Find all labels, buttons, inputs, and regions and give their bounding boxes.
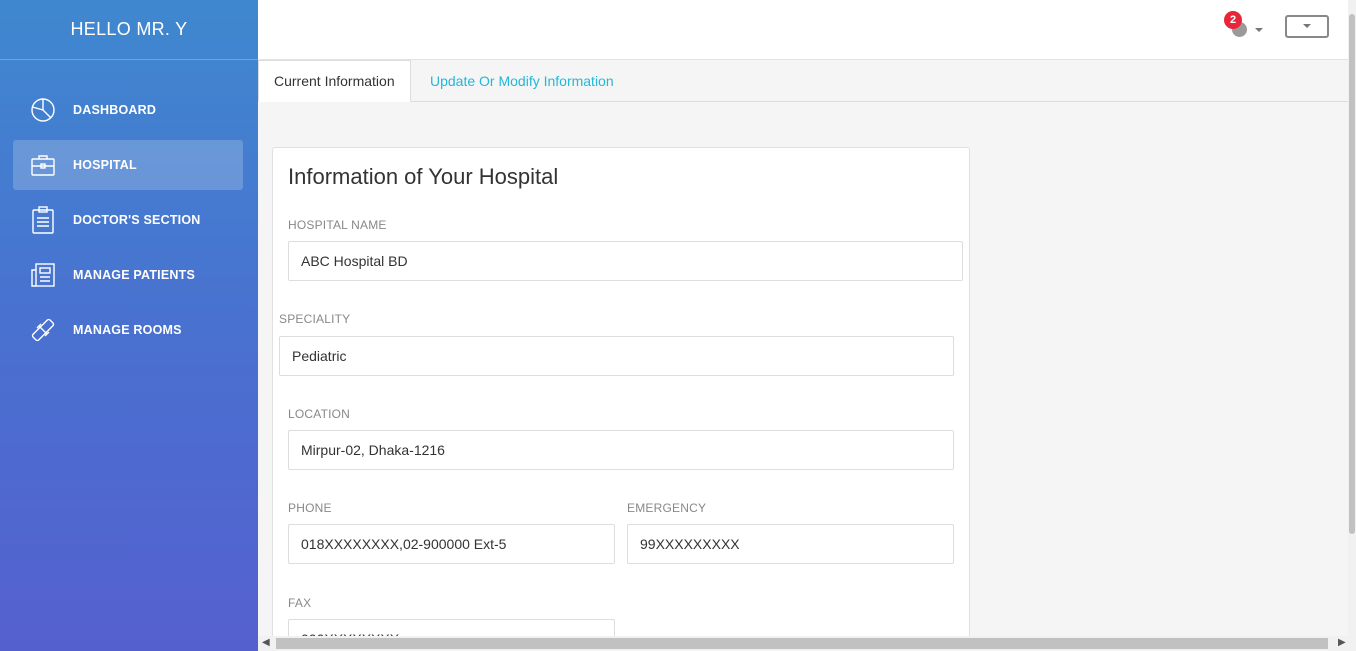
pie-chart-icon bbox=[29, 96, 57, 124]
briefcase-icon bbox=[29, 151, 57, 179]
top-bar: 2 bbox=[258, 0, 1348, 60]
location-field[interactable]: Mirpur-02, Dhaka-1216 bbox=[288, 430, 954, 470]
notification-badge: 2 bbox=[1224, 11, 1242, 29]
tab-update-or-modify-information[interactable]: Update Or Modify Information bbox=[415, 60, 629, 102]
sidebar-item-label: MANAGE ROOMS bbox=[73, 323, 182, 337]
speciality-field[interactable]: Pediatric bbox=[279, 336, 954, 376]
sidebar-item-manage-rooms[interactable]: MANAGE ROOMS bbox=[13, 305, 243, 355]
notifications-button[interactable]: 2 bbox=[1224, 11, 1266, 39]
sidebar-item-label: DOCTOR'S SECTION bbox=[73, 213, 201, 227]
speciality-label: SPECIALITY bbox=[279, 312, 351, 326]
tab-current-information[interactable]: Current Information bbox=[258, 60, 411, 102]
hospital-name-label: HOSPITAL NAME bbox=[288, 218, 387, 232]
newspaper-icon bbox=[29, 261, 57, 289]
horizontal-scrollbar[interactable]: ◀ ▶ bbox=[258, 636, 1356, 651]
sidebar-item-dashboard[interactable]: DASHBOARD bbox=[13, 85, 243, 135]
scroll-right-icon[interactable]: ▶ bbox=[1338, 637, 1346, 648]
card-title: Information of Your Hospital bbox=[288, 164, 559, 189]
sidebar-item-hospital[interactable]: HOSPITAL bbox=[13, 140, 243, 190]
fax-label: FAX bbox=[288, 596, 312, 610]
user-menu-dropdown[interactable] bbox=[1285, 15, 1329, 38]
bandage-icon bbox=[29, 316, 57, 344]
emergency-field[interactable]: 99XXXXXXXXX bbox=[627, 524, 954, 564]
hospital-info-card: Information of Your Hospital HOSPITAL NA… bbox=[272, 147, 970, 651]
vertical-scrollbar[interactable] bbox=[1348, 0, 1356, 636]
phone-label: PHONE bbox=[288, 501, 332, 515]
location-label: LOCATION bbox=[288, 407, 351, 421]
sidebar-item-manage-patients[interactable]: MANAGE PATIENTS bbox=[13, 250, 243, 300]
scroll-left-icon[interactable]: ◀ bbox=[262, 637, 270, 648]
sidebar-item-label: HOSPITAL bbox=[73, 158, 137, 172]
sidebar: HELLO MR. Y DASHBOARD HOSPITAL DOCTOR'S … bbox=[0, 0, 258, 651]
clipboard-icon bbox=[29, 206, 57, 234]
phone-field[interactable]: 018XXXXXXXX,02-900000 Ext-5 bbox=[288, 524, 615, 564]
sidebar-item-doctors-section[interactable]: DOCTOR'S SECTION bbox=[13, 195, 243, 245]
chevron-down-icon bbox=[1255, 28, 1263, 32]
sidebar-nav: DASHBOARD HOSPITAL DOCTOR'S SECTION MANA… bbox=[0, 60, 258, 355]
sidebar-item-label: DASHBOARD bbox=[73, 103, 157, 117]
horizontal-scrollbar-thumb[interactable] bbox=[276, 638, 1328, 649]
vertical-scrollbar-thumb[interactable] bbox=[1349, 14, 1355, 534]
tab-bar: Current Information Update Or Modify Inf… bbox=[258, 60, 1348, 102]
emergency-label: EMERGENCY bbox=[627, 501, 707, 515]
hospital-name-field[interactable]: ABC Hospital BD bbox=[288, 241, 963, 281]
sidebar-item-label: MANAGE PATIENTS bbox=[73, 268, 195, 282]
sidebar-greeting: HELLO MR. Y bbox=[0, 0, 258, 60]
